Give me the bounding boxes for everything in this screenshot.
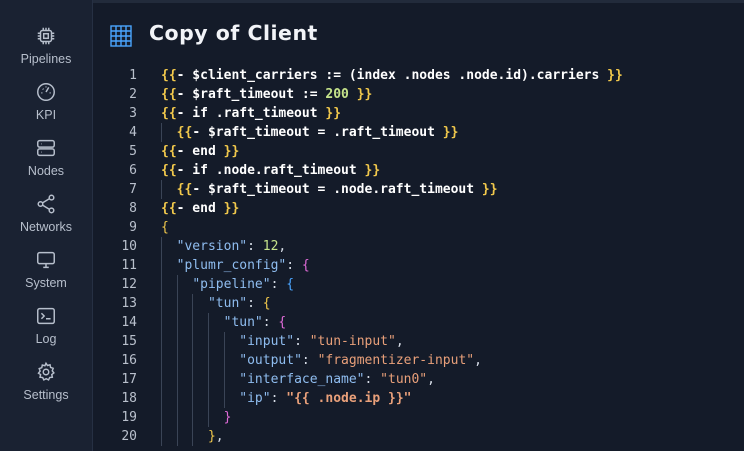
line-number: 2	[129, 87, 137, 102]
code-line: "input": "tun-input",	[161, 332, 623, 351]
sidebar-item-label: Nodes	[27, 164, 65, 178]
line-number: 14	[121, 315, 137, 330]
code-line: "plumr_config": {	[161, 256, 623, 275]
code-line: {	[161, 220, 169, 235]
sidebar-item-log[interactable]: Log	[0, 305, 92, 355]
line-number: 5	[129, 144, 137, 159]
line-number-gutter: 1 2 3 4 5 6 7 8 9 10 11 12 13 14 15 16 1…	[93, 66, 137, 446]
line-number: 3	[129, 106, 137, 121]
server-icon	[37, 139, 55, 157]
sidebar-item-pipelines[interactable]: Pipelines	[0, 25, 92, 75]
line-number: 13	[121, 296, 137, 311]
sidebar-item-kpi[interactable]: KPI	[0, 81, 92, 131]
page-title: Copy of Client	[149, 21, 318, 45]
sidebar-item-nodes[interactable]: Nodes	[0, 137, 92, 187]
sidebar-item-system[interactable]: System	[0, 249, 92, 299]
grid-table-icon	[110, 25, 132, 47]
code-line: {{- $client_carriers := (index .nodes .n…	[161, 68, 623, 83]
line-number: 6	[129, 163, 137, 178]
monitor-icon	[37, 251, 55, 269]
line-number: 18	[121, 391, 137, 406]
line-number: 19	[121, 410, 137, 425]
line-number: 12	[121, 277, 137, 292]
sidebar-item-label: Pipelines	[20, 52, 72, 66]
code-line: "tun": {	[161, 294, 623, 313]
line-number: 9	[129, 220, 137, 235]
gauge-icon	[37, 83, 55, 101]
code-line: {{- $raft_timeout = .raft_timeout }}	[161, 123, 623, 142]
code-line: {{- if .node.raft_timeout }}	[161, 163, 381, 178]
code-line: "tun": {	[161, 313, 623, 332]
code-line: "output": "fragmentizer-input",	[161, 351, 623, 370]
sidebar-item-label: Networks	[19, 220, 73, 234]
code-line: {{- end }}	[161, 144, 240, 159]
sidebar-item-label: Settings	[23, 388, 69, 402]
sidebar-item-networks[interactable]: Networks	[0, 193, 92, 243]
code-line: {{- $raft_timeout := 200 }}	[161, 87, 373, 102]
sidebar-item-label: System	[25, 276, 67, 290]
code-line: "interface_name": "tun0",	[161, 370, 623, 389]
app-window: Pipelines KPI Nodes Networks System Log …	[0, 0, 744, 451]
line-number: 1	[129, 68, 137, 83]
code-editor[interactable]: 1 2 3 4 5 6 7 8 9 10 11 12 13 14 15 16 1…	[93, 66, 744, 451]
sidebar-item-settings[interactable]: Settings	[0, 361, 92, 411]
line-number: 7	[129, 182, 137, 197]
code-lines: {{- $client_carriers := (index .nodes .n…	[161, 66, 623, 446]
code-line: "version": 12,	[161, 237, 623, 256]
line-number: 10	[121, 239, 137, 254]
share-icon	[37, 194, 55, 214]
sidebar-item-label: KPI	[35, 108, 57, 122]
gear-icon	[37, 361, 55, 381]
line-number: 15	[121, 334, 137, 349]
line-number: 11	[121, 258, 137, 273]
main-content: Copy of Client 1 2 3 4 5 6 7 8 9 10 11 1…	[93, 0, 744, 451]
divider	[93, 0, 744, 3]
sidebar: Pipelines KPI Nodes Networks System Log …	[0, 0, 93, 451]
code-line: {{- end }}	[161, 201, 240, 216]
line-number: 8	[129, 201, 137, 216]
line-number: 17	[121, 372, 137, 387]
code-line: {{- if .raft_timeout }}	[161, 106, 342, 121]
code-line: "ip": "{{ .node.ip }}"	[161, 389, 623, 408]
code-line: "pipeline": {	[161, 275, 623, 294]
sidebar-item-label: Log	[35, 332, 57, 346]
line-number: 16	[121, 353, 137, 368]
line-number: 4	[129, 125, 137, 140]
terminal-icon	[37, 307, 55, 325]
code-line: }	[161, 408, 623, 427]
code-line: {{- $raft_timeout = .node.raft_timeout }…	[161, 180, 623, 199]
line-number: 20	[121, 429, 137, 444]
chip-icon	[37, 27, 55, 45]
code-line: },	[161, 427, 623, 446]
